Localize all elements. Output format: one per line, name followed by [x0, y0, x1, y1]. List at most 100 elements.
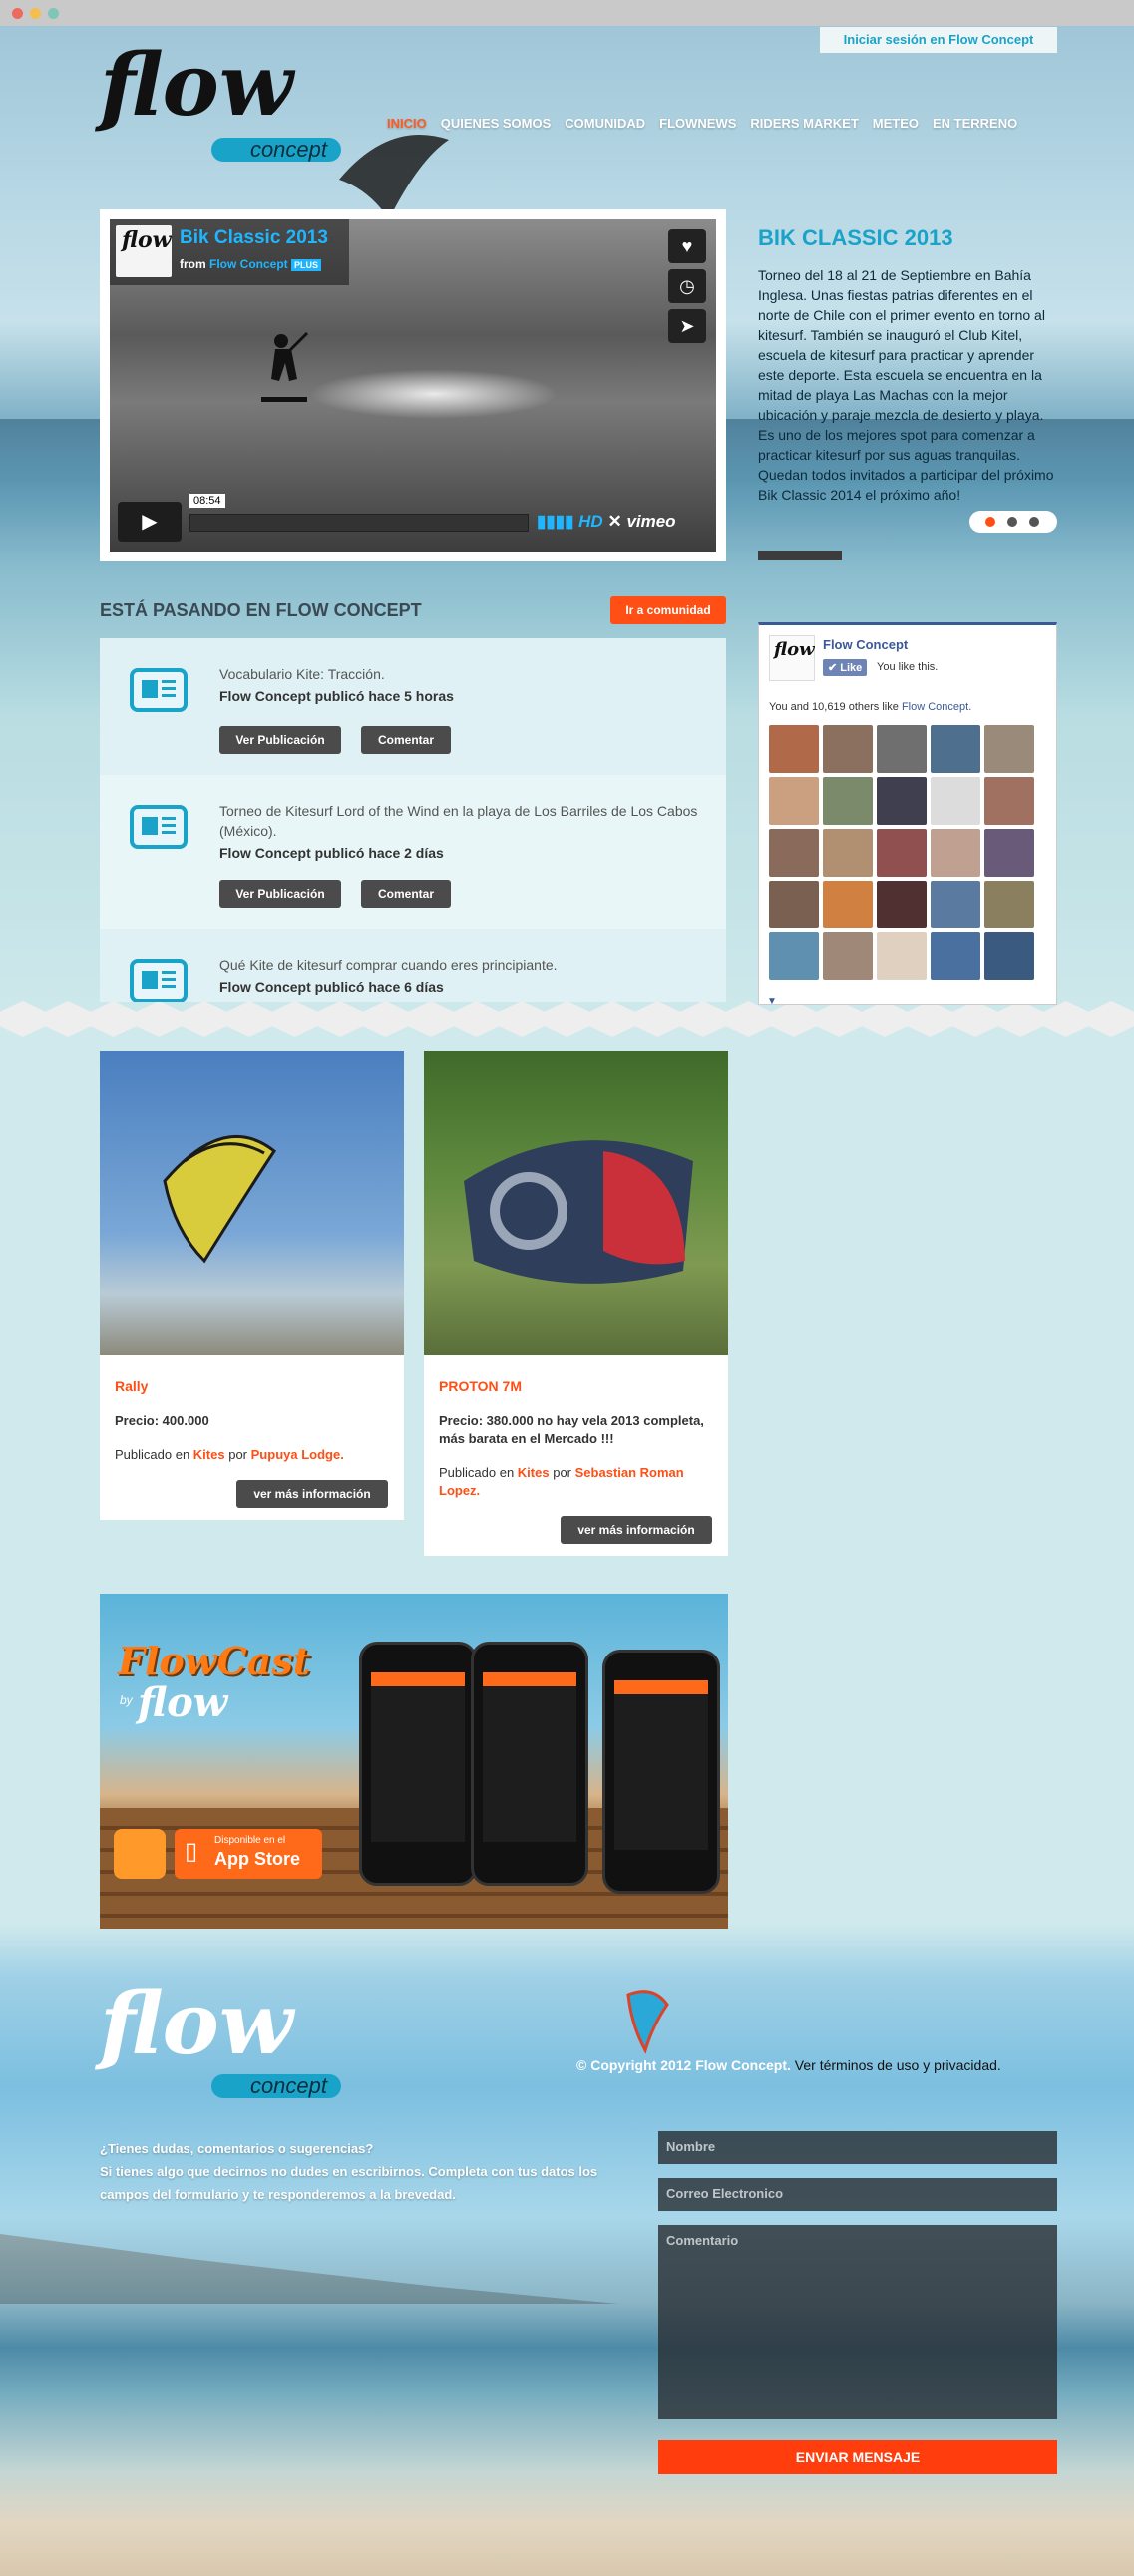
phone-mockup — [471, 1642, 588, 1886]
view-post-button[interactable]: Ver Publicación — [219, 880, 341, 908]
feed-item-text[interactable]: Vocabulario Kite: Tracción. — [219, 664, 708, 684]
site-logo[interactable]: flow concept — [100, 36, 344, 176]
avatar[interactable] — [769, 829, 819, 877]
avatar[interactable] — [769, 881, 819, 928]
terms-link[interactable]: Ver términos de uso y privacidad. — [795, 2057, 1001, 2073]
nav-meteo[interactable]: METEO — [873, 116, 919, 131]
facebook-count-link[interactable]: Flow Concept. — [902, 701, 971, 713]
play-icon[interactable]: ▶ — [118, 502, 182, 542]
copyright-text: © Copyright 2012 Flow Concept. Ver térmi… — [576, 2057, 1001, 2073]
go-to-community-button[interactable]: Ir a comunidad — [610, 596, 726, 624]
avatar[interactable] — [984, 725, 1034, 773]
avatar[interactable] — [823, 932, 873, 980]
video-from-name[interactable]: Flow Concept — [209, 257, 288, 271]
send-message-button[interactable]: ENVIAR MENSAJE — [658, 2440, 1057, 2474]
nav-flownews[interactable]: FLOWNEWS — [659, 116, 736, 131]
like-heart-icon[interactable]: ♥ — [668, 229, 706, 263]
listing-by: por — [228, 1447, 248, 1462]
facebook-page-logo[interactable]: flow — [769, 635, 815, 681]
phone-screen — [371, 1672, 465, 1842]
avatar[interactable] — [823, 725, 873, 773]
video-timeline[interactable] — [189, 514, 529, 532]
listing-title[interactable]: Rally — [115, 1378, 148, 1394]
event-title[interactable]: BIK CLASSIC 2013 — [758, 225, 953, 251]
kitesurfer-figure — [261, 331, 309, 402]
feed-item-meta: Flow Concept publicó hace 6 días — [219, 979, 444, 995]
avatar[interactable] — [877, 725, 927, 773]
more-info-button[interactable]: ver más información — [236, 1480, 388, 1508]
footer-logo[interactable]: flow concept — [100, 1975, 344, 2104]
volume-bars-icon[interactable]: ▮▮▮▮ — [537, 512, 573, 531]
name-field[interactable]: Nombre — [658, 2131, 1057, 2164]
listing-by: por — [553, 1465, 572, 1480]
listing-published: Publicado en Kites por Sebastian Roman L… — [439, 1464, 708, 1500]
share-send-icon[interactable]: ➤ — [668, 309, 706, 343]
avatar[interactable] — [823, 829, 873, 877]
watch-later-clock-icon[interactable]: ◷ — [668, 269, 706, 303]
facebook-page-name[interactable]: Flow Concept — [823, 637, 908, 652]
app-store-button[interactable]: ▯ Disponible en el App Store — [175, 1829, 322, 1879]
feed-item-text[interactable]: Qué Kite de kitesurf comprar cuando eres… — [219, 955, 708, 975]
nav-inicio[interactable]: INICIO — [387, 116, 427, 131]
slider-dot-3[interactable] — [1029, 517, 1039, 527]
video-from: from Flow Concept PLUS — [180, 257, 322, 271]
avatar[interactable] — [931, 829, 980, 877]
listing-category-link[interactable]: Kites — [518, 1465, 550, 1480]
close-window-icon[interactable] — [12, 8, 23, 19]
maximize-window-icon[interactable] — [48, 8, 59, 19]
listing-image[interactable] — [100, 1051, 404, 1355]
comment-field[interactable]: Comentario — [658, 2225, 1057, 2419]
listing-author-link[interactable]: Pupuya Lodge. — [251, 1447, 344, 1462]
avatar[interactable] — [984, 829, 1034, 877]
avatar[interactable] — [931, 932, 980, 980]
video-title[interactable]: Bik Classic 2013 — [180, 227, 328, 249]
avatar[interactable] — [877, 777, 927, 825]
nav-comunidad[interactable]: COMUNIDAD — [565, 116, 645, 131]
channel-logo[interactable]: flow — [116, 225, 172, 277]
slider-dot-1[interactable] — [985, 517, 995, 527]
avatar[interactable] — [984, 932, 1034, 980]
login-link[interactable]: Iniciar sesión en Flow Concept — [820, 27, 1057, 53]
nav-en-terreno[interactable]: EN TERRENO — [933, 116, 1017, 131]
listing-image[interactable] — [424, 1051, 728, 1355]
avatar[interactable] — [931, 725, 980, 773]
listing-price: Precio: 380.000 no hay vela 2013 complet… — [439, 1413, 704, 1446]
nav-quienes-somos[interactable]: QUIENES SOMOS — [441, 116, 552, 131]
vimeo-logo[interactable]: vimeo — [626, 512, 675, 531]
avatar[interactable] — [931, 881, 980, 928]
hd-toggle[interactable]: HD — [578, 512, 603, 531]
phone-mockup — [602, 1650, 720, 1894]
slider-pagination — [969, 511, 1057, 533]
avatar[interactable] — [877, 881, 927, 928]
avatar[interactable] — [769, 932, 819, 980]
avatar[interactable] — [984, 777, 1034, 825]
feed-item-text[interactable]: Torneo de Kitesurf Lord of the Wind en l… — [219, 801, 708, 841]
listing-category-link[interactable]: Kites — [193, 1447, 225, 1462]
fullscreen-icon[interactable]: ✕ — [607, 512, 621, 531]
facebook-page-logo-word: flow — [774, 639, 815, 660]
avatar[interactable] — [769, 777, 819, 825]
video-controls: ▶ 08:54 ▮▮▮▮ HD ✕ vimeo — [118, 494, 708, 542]
avatar[interactable] — [823, 881, 873, 928]
comment-button[interactable]: Comentar — [361, 880, 451, 908]
video-right-controls: ▮▮▮▮ HD ✕ vimeo — [537, 512, 676, 532]
video-player[interactable]: flow Bik Classic 2013 from Flow Concept … — [100, 209, 726, 561]
more-info-button[interactable]: ver más información — [561, 1516, 712, 1544]
view-post-button[interactable]: Ver Publicación — [219, 726, 341, 754]
nav-riders-market[interactable]: RIDERS MARKET — [750, 116, 858, 131]
avatar[interactable] — [823, 777, 873, 825]
avatar[interactable] — [877, 829, 927, 877]
flowcast-app-banner[interactable]: FlowCast by flow ▯ Disponible en el App … — [100, 1594, 728, 1929]
minimize-window-icon[interactable] — [30, 8, 41, 19]
avatar[interactable] — [769, 725, 819, 773]
avatar[interactable] — [931, 777, 980, 825]
comment-button[interactable]: Comentar — [361, 726, 451, 754]
avatar[interactable] — [877, 932, 927, 980]
email-field[interactable]: Correo Electronico — [658, 2178, 1057, 2211]
facebook-like-button[interactable]: ✔ Like — [823, 659, 868, 676]
avatar[interactable] — [984, 881, 1034, 928]
listing-title[interactable]: PROTON 7M — [439, 1378, 522, 1394]
video-screen[interactable]: flow Bik Classic 2013 from Flow Concept … — [110, 219, 716, 552]
scroll-down-icon[interactable]: ▼ — [767, 996, 777, 1004]
slider-dot-2[interactable] — [1007, 517, 1017, 527]
